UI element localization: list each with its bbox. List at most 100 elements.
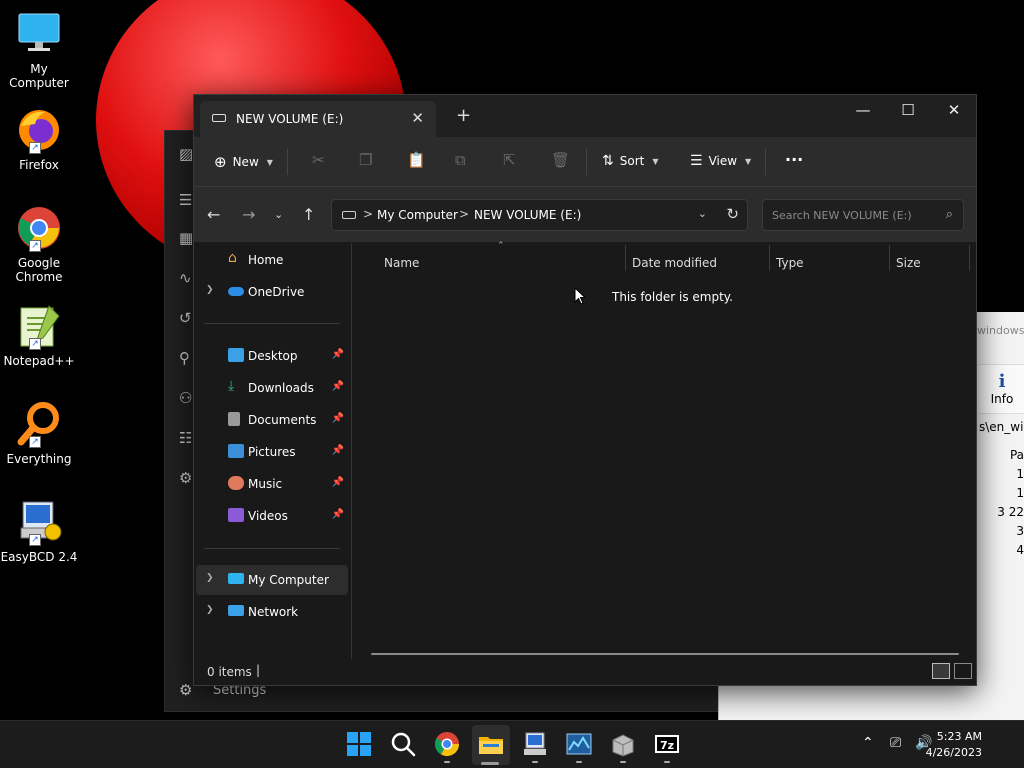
start-windows-icon[interactable] [345, 730, 373, 758]
sort-button[interactable]: ⇅ Sort ▼ [602, 153, 659, 169]
horizontal-scrollbar[interactable] [371, 653, 959, 655]
chevron-right-icon[interactable]: ❯ [206, 605, 214, 615]
network-status-icon[interactable]: ⎚ [890, 735, 901, 751]
sevenzip-icon[interactable]: 7z [653, 730, 681, 758]
desktop-icon-firefox[interactable]: ↗ Firefox [0, 106, 78, 172]
column-divider[interactable] [769, 245, 770, 271]
cut-icon[interactable]: ✂ [312, 151, 325, 169]
startup-icon[interactable]: ⚲ [179, 349, 190, 367]
details-view-button[interactable] [932, 663, 950, 679]
copy-icon[interactable]: ❐ [359, 151, 372, 169]
breadcrumb-new-volume[interactable]: NEW VOLUME (E:) [474, 208, 581, 222]
task-manager-icon[interactable] [565, 730, 593, 758]
maximize-button[interactable]: ☐ [885, 101, 931, 119]
pin-icon[interactable]: 📌 [332, 445, 344, 456]
column-header-date-modified[interactable]: Date modified [632, 256, 717, 270]
music-icon [228, 476, 244, 490]
refresh-icon[interactable]: ↻ [726, 205, 739, 223]
rename-icon[interactable]: ⧉ [455, 151, 466, 169]
address-bar[interactable]: > My Computer > NEW VOLUME (E:) ⌄ ↻ [331, 199, 748, 231]
home-icon: ⌂ [228, 250, 237, 266]
column-header-type[interactable]: Type [776, 256, 804, 270]
minimize-button[interactable]: — [840, 101, 886, 119]
nav-item-desktop[interactable]: Desktop 📌 [196, 341, 348, 371]
divider [204, 548, 340, 549]
desktop-icon-my-computer[interactable]: My Computer [0, 10, 78, 90]
paste-icon[interactable]: 📋 [407, 151, 426, 169]
large-icons-view-button[interactable] [954, 663, 972, 679]
column-divider[interactable] [625, 245, 626, 271]
history-icon[interactable]: ↺ [179, 309, 192, 327]
title-bar[interactable]: NEW VOLUME (E:) ✕ + — ☐ ✕ [194, 95, 976, 137]
file-list-area[interactable]: ⌃ Name Date modified Type Size This fold… [354, 241, 976, 661]
pin-icon[interactable]: 📌 [332, 477, 344, 488]
column-header-name[interactable]: Name [384, 256, 419, 270]
chrome-icon[interactable] [433, 730, 461, 758]
more-options-button[interactable]: ··· [785, 150, 803, 169]
view-button[interactable]: ☰ View ▼ [690, 153, 751, 169]
nav-item-pictures[interactable]: Pictures 📌 [196, 437, 348, 467]
search-icon[interactable] [389, 730, 417, 758]
monitor-icon [228, 573, 244, 584]
apps-icon[interactable]: ▦ [179, 229, 193, 247]
users-icon[interactable]: ⚇ [179, 389, 192, 407]
address-row: ← → ⌄ ↑ > My Computer > NEW VOLUME (E:) … [194, 187, 976, 243]
chevron-right-icon[interactable]: ❯ [206, 285, 214, 295]
desktop-icon-easybcd[interactable]: ↗ EasyBCD 2.4 [0, 498, 78, 564]
services-icon[interactable]: ⚙ [179, 469, 192, 487]
nav-item-network[interactable]: ❯ Network [196, 597, 348, 627]
desktop-icon-notepadpp[interactable]: ↗ Notepad++ [0, 302, 78, 368]
pin-icon[interactable]: 📌 [332, 509, 344, 520]
search-input[interactable] [763, 200, 933, 230]
cloud-icon [228, 287, 244, 296]
firefox-icon: ↗ [15, 106, 63, 154]
new-button[interactable]: ⊕ New ▼ [214, 153, 273, 171]
tab-title: NEW VOLUME (E:) [236, 112, 344, 126]
recent-locations-chevron-icon[interactable]: ⌄ [274, 208, 283, 221]
installer-icon[interactable] [609, 730, 637, 758]
nav-item-downloads[interactable]: ⤓ Downloads 📌 [196, 373, 348, 403]
new-tab-button[interactable]: + [456, 107, 471, 125]
chevron-up-icon[interactable]: ⌃ [862, 735, 874, 751]
desktop-icon-label: Firefox [19, 158, 59, 172]
desktop-icon-google-chrome[interactable]: ↗ Google Chrome [0, 204, 78, 284]
hamburger-icon[interactable]: ☰ [179, 191, 192, 209]
back-arrow-icon[interactable]: ← [207, 205, 220, 224]
performance-icon[interactable]: ∿ [179, 269, 192, 287]
shortcut-arrow-icon: ↗ [29, 338, 41, 350]
nav-item-onedrive[interactable]: ❯ OneDrive [196, 277, 348, 307]
file-explorer-window[interactable]: NEW VOLUME (E:) ✕ + — ☐ ✕ ⊕ New ▼ ✂ ❐ 📋 … [193, 94, 977, 686]
tab-new-volume[interactable]: NEW VOLUME (E:) ✕ [200, 101, 436, 137]
nav-item-music[interactable]: Music 📌 [196, 469, 348, 499]
column-divider[interactable] [969, 245, 970, 271]
gear-icon[interactable]: ⚙ [179, 681, 192, 699]
chevron-right-icon[interactable]: ❯ [206, 573, 214, 583]
pin-icon[interactable]: 📌 [332, 413, 344, 424]
column-header-size[interactable]: Size [896, 256, 921, 270]
desktop-icon-everything[interactable]: ↗ Everything [0, 400, 78, 466]
easybcd-taskbar-icon[interactable] [521, 730, 549, 758]
forward-arrow-icon[interactable]: → [242, 205, 255, 224]
info-button[interactable]: i Info [979, 364, 1024, 414]
up-arrow-icon[interactable]: ↑ [302, 205, 315, 224]
delete-icon[interactable]: 🗑 [551, 151, 570, 169]
search-box[interactable]: ⌕ [762, 199, 964, 231]
share-icon[interactable]: ⇱ [503, 151, 516, 169]
nav-item-my-computer[interactable]: ❯ My Computer [196, 565, 348, 595]
nav-item-documents[interactable]: Documents 📌 [196, 405, 348, 435]
pin-icon[interactable]: 📌 [332, 381, 344, 392]
nav-item-home[interactable]: ⌂ Home [196, 245, 348, 275]
file-explorer-icon[interactable] [477, 730, 505, 758]
desktop-icon-label: EasyBCD 2.4 [0, 550, 78, 564]
sevenzip-title-fragment: windows_ [977, 324, 1024, 337]
details-icon[interactable]: ☷ [179, 429, 192, 447]
breadcrumb-my-computer[interactable]: My Computer [377, 208, 458, 222]
chevron-down-icon[interactable]: ⌄ [698, 207, 707, 220]
clock[interactable]: 5:23 AM 4/26/2023 [926, 729, 982, 761]
close-tab-icon[interactable]: ✕ [411, 109, 424, 127]
close-window-button[interactable]: ✕ [931, 101, 977, 119]
nav-item-videos[interactable]: Videos 📌 [196, 501, 348, 531]
empty-folder-message: This folder is empty. [612, 290, 733, 304]
column-divider[interactable] [889, 245, 890, 271]
pin-icon[interactable]: 📌 [332, 349, 344, 360]
